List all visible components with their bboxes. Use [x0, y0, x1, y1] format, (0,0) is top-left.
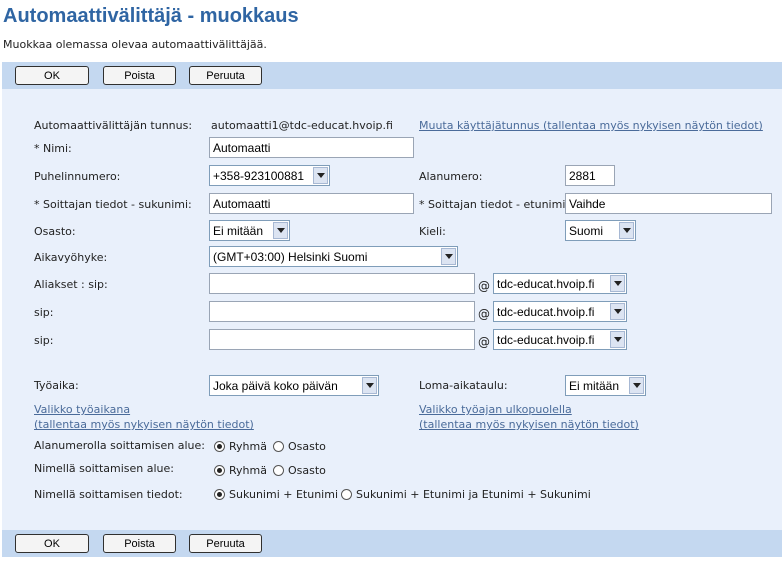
aliases-label: Aliakset : sip: [34, 278, 108, 291]
alias-3-field[interactable] [209, 329, 475, 350]
name-info-lastfirst-radio[interactable] [214, 489, 225, 500]
department-label: Osasto: [34, 225, 76, 238]
department-select[interactable]: Ei mitään [209, 220, 290, 241]
name-scope-department-radio[interactable] [273, 465, 284, 476]
chevron-down-icon[interactable] [629, 377, 644, 394]
domain-3-select[interactable]: tdc-educat.hvoip.fi [493, 329, 627, 350]
chevron-down-icon[interactable] [619, 222, 634, 239]
extension-field[interactable]: 2881 [565, 165, 615, 186]
alias-2-field[interactable] [209, 301, 475, 322]
worktime-menu-link[interactable]: Valikko työaikana [34, 403, 130, 416]
name-info-both-radio[interactable] [341, 489, 352, 500]
sip-label-2: sip: [34, 306, 54, 319]
id-value: automaatti1@tdc-educat.hvoip.fi [211, 119, 393, 132]
worktime-label: Työaika: [34, 379, 79, 392]
change-user-link[interactable]: Muuta käyttäjätunnus (tallentaa myös nyk… [419, 119, 763, 132]
caller-lastname-label: * Soittajan tiedot - sukunimi: [34, 198, 192, 211]
name-info-both-label: Sukunimi + Etunimi ja Etunimi + Sukunimi [356, 488, 591, 501]
offhours-menu-link-note[interactable]: (tallentaa myös nykyisen näytön tiedot) [419, 418, 639, 431]
chevron-down-icon[interactable] [610, 303, 625, 320]
chevron-down-icon[interactable] [313, 167, 328, 184]
language-select-value: Suomi [569, 224, 604, 238]
cancel-button[interactable]: Peruuta [189, 66, 262, 85]
bottom-toolbar: OK Poista Peruuta [2, 530, 782, 557]
chevron-down-icon[interactable] [362, 377, 377, 394]
top-toolbar: OK Poista Peruuta [2, 62, 782, 89]
name-scope-department-label: Osasto [288, 464, 326, 477]
sip-label-3: sip: [34, 334, 54, 347]
at-sign: @ [478, 279, 490, 293]
ext-scope-department-radio[interactable] [273, 441, 284, 452]
phone-select-value: +358-923100881 [213, 169, 305, 183]
name-scope-group-radio[interactable] [214, 465, 225, 476]
chevron-down-icon[interactable] [610, 331, 625, 348]
domain-1-select[interactable]: tdc-educat.hvoip.fi [493, 273, 627, 294]
ext-scope-group-radio[interactable] [214, 441, 225, 452]
worktime-menu-link-note[interactable]: (tallentaa myös nykyisen näytön tiedot) [34, 418, 254, 431]
ext-dial-scope-label: Alanumerolla soittamisen alue: [34, 439, 205, 452]
ok-button[interactable]: OK [15, 534, 89, 553]
name-dial-scope-label: Nimellä soittamisen alue: [34, 462, 174, 475]
caller-lastname-field[interactable]: Automaatti [209, 193, 414, 214]
domain-2-value: tdc-educat.hvoip.fi [497, 305, 595, 319]
phone-label: Puhelinnumero: [34, 170, 121, 183]
page-title: Automaattivälittäjä - muokkaus [3, 5, 299, 27]
holiday-select[interactable]: Ei mitään [565, 375, 646, 396]
domain-3-value: tdc-educat.hvoip.fi [497, 333, 595, 347]
holiday-label: Loma-aikataulu: [419, 379, 508, 392]
language-label: Kieli: [419, 225, 446, 238]
timezone-select-value: (GMT+03:00) Helsinki Suomi [213, 250, 368, 264]
name-info-lastfirst-label: Sukunimi + Etunimi [229, 488, 339, 501]
alias-1-field[interactable] [209, 273, 475, 294]
chevron-down-icon[interactable] [441, 248, 456, 265]
at-sign: @ [478, 307, 490, 321]
id-label: Automaattivälittäjän tunnus: [34, 119, 193, 132]
page-subtitle: Muokkaa olemassa olevaa automaattivälitt… [3, 38, 267, 51]
timezone-label: Aikavyöhyke: [34, 251, 108, 264]
name-dial-info-label: Nimellä soittamisen tiedot: [34, 488, 183, 501]
delete-button[interactable]: Poista [103, 66, 176, 85]
timezone-select[interactable]: (GMT+03:00) Helsinki Suomi [209, 246, 458, 267]
language-select[interactable]: Suomi [565, 220, 636, 241]
domain-1-value: tdc-educat.hvoip.fi [497, 277, 595, 291]
offhours-menu-link[interactable]: Valikko työajan ulkopuolella [419, 403, 572, 416]
phone-select[interactable]: +358-923100881 [209, 165, 330, 186]
caller-firstname-label: * Soittajan tiedot - etunimi: [419, 198, 570, 211]
at-sign: @ [478, 335, 490, 349]
ext-scope-group-label: Ryhmä [229, 440, 267, 453]
cancel-button[interactable]: Peruuta [189, 534, 262, 553]
extension-label: Alanumero: [419, 170, 483, 183]
name-field[interactable]: Automaatti [209, 137, 414, 158]
name-scope-group-label: Ryhmä [229, 464, 267, 477]
delete-button[interactable]: Poista [103, 534, 176, 553]
department-select-value: Ei mitään [213, 224, 264, 238]
name-label: * Nimi: [34, 142, 72, 155]
ext-scope-department-label: Osasto [288, 440, 326, 453]
worktime-select-value: Joka päivä koko päivän [213, 379, 338, 393]
holiday-select-value: Ei mitään [569, 379, 620, 393]
worktime-select[interactable]: Joka päivä koko päivän [209, 375, 379, 396]
caller-firstname-field[interactable]: Vaihde [565, 193, 772, 214]
chevron-down-icon[interactable] [610, 275, 625, 292]
chevron-down-icon[interactable] [273, 222, 288, 239]
domain-2-select[interactable]: tdc-educat.hvoip.fi [493, 301, 627, 322]
ok-button[interactable]: OK [15, 66, 89, 85]
